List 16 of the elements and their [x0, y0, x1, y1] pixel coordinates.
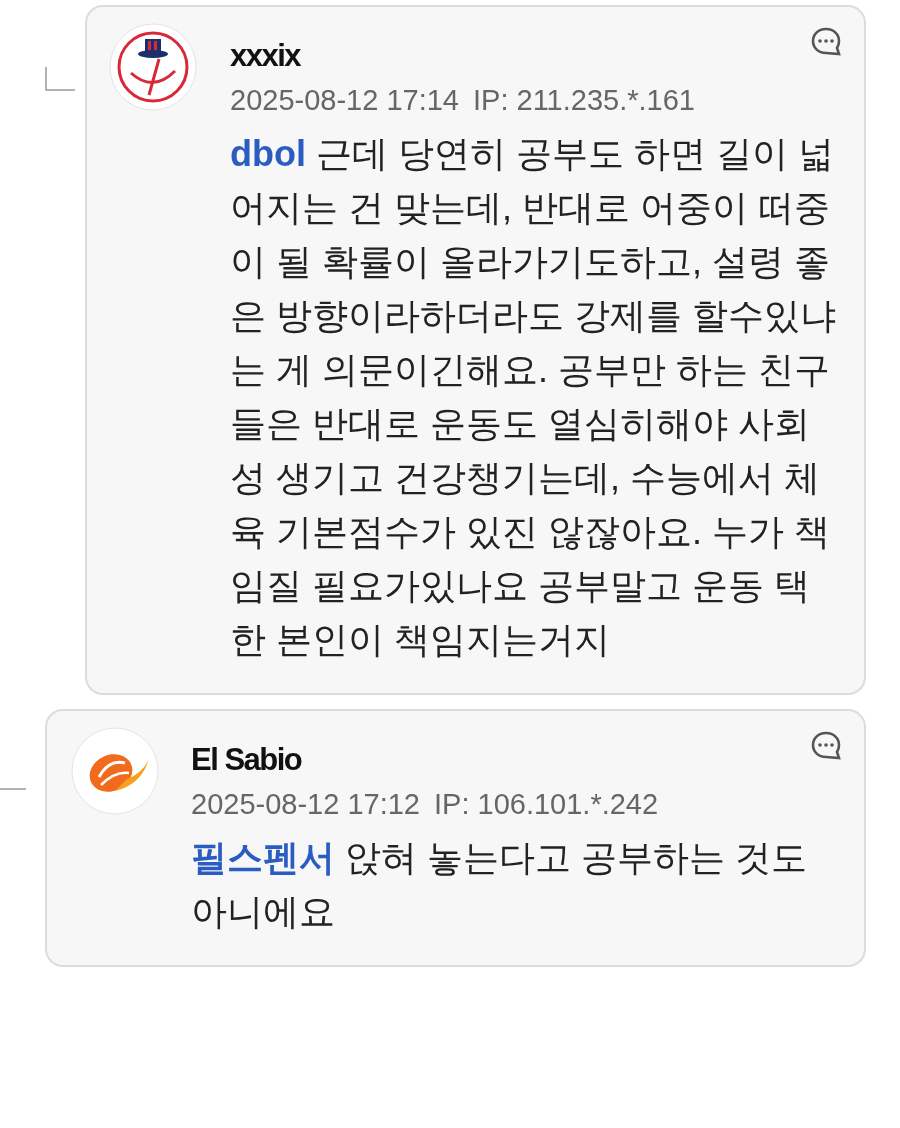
mention-link[interactable]: dbol: [230, 133, 306, 174]
reply-connector-icon: [0, 788, 26, 790]
author-name[interactable]: El Sabio: [191, 741, 836, 779]
reply-connector-icon: [45, 67, 75, 91]
flame-logo-avatar-icon: [71, 727, 159, 815]
comment-date: 2025-08-12 17:12: [191, 787, 420, 822]
chat-bubble-icon[interactable]: [810, 27, 842, 57]
mention-link[interactable]: 필스펜서: [191, 837, 335, 878]
baseball-logo-avatar-icon: [109, 23, 197, 111]
ip-address: IP: 106.101.*.242: [434, 787, 659, 822]
comment-text: dbol 근데 당연히 공부도 하면 길이 넓어지는 건 맞는데, 반대로 어중이 떠중이 될 확률이 올라가기도하고, 설령 좋은 방향이라하더라도 강제를 할수있냐는 게 의문이긴해요. 공부만 하는 친구들은 반대로 운동도 열심히해야 사회성 생기고 건강챙기는데, 수능에서 체육 기본점수가 있진 않잖아요. 누가 책임질 필요가있나요 공부말고 운동 택한 본인이 책임지는거지: [230, 132, 836, 662]
comment-date: 2025-08-12 17:14: [230, 83, 459, 118]
author-name[interactable]: xxxix: [230, 37, 836, 75]
ip-address: IP: 211.235.*.161: [473, 83, 695, 118]
comment-text: 필스펜서 앉혀 놓는다고 공부하는 것도 아니에요: [191, 836, 808, 934]
chat-bubble-icon[interactable]: [810, 731, 842, 761]
